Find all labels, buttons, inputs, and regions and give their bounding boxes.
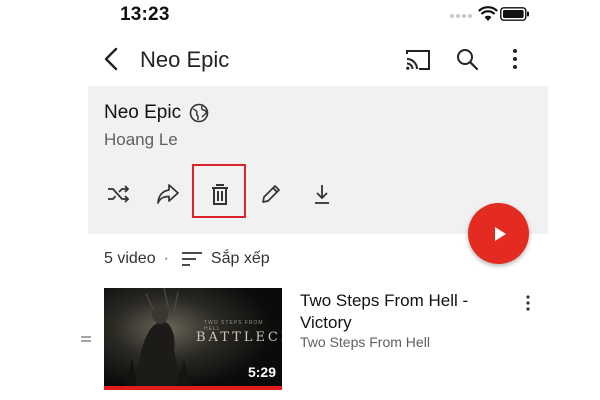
status-time: 13:23 <box>120 4 170 25</box>
watch-progress-bar <box>104 386 282 390</box>
video-thumbnail[interactable]: TWO STEPS FROM HELL BATTLECRY 5:29 <box>104 288 282 390</box>
download-button[interactable] <box>302 174 342 214</box>
share-icon <box>157 184 179 204</box>
play-all-button[interactable] <box>468 203 529 264</box>
playlist-title-row: Neo Epic <box>104 102 209 124</box>
delete-highlight-box <box>192 164 246 218</box>
sort-label: Sắp xếp <box>210 250 270 267</box>
sort-icon <box>181 252 202 266</box>
playlist-title: Neo Epic <box>104 102 182 123</box>
video-more-icon[interactable] <box>522 294 534 312</box>
wifi-icon <box>478 6 498 21</box>
video-channel[interactable]: Two Steps From Hell <box>300 334 430 350</box>
shuffle-icon <box>108 185 130 203</box>
more-icon[interactable] <box>508 48 522 70</box>
phone-screen: 13:23 Neo Epic Neo Epic Hoang Le 5 video… <box>81 0 548 400</box>
pencil-icon <box>262 185 280 203</box>
globe-icon <box>189 103 209 123</box>
video-title[interactable]: Two Steps From Hell - Victory <box>300 290 510 334</box>
meta-separator: · <box>163 250 169 267</box>
video-count: 5 video <box>104 250 156 267</box>
back-icon[interactable] <box>100 46 124 72</box>
list-meta: 5 video · Sắp xếp <box>104 250 270 268</box>
drag-handle-icon[interactable] <box>80 334 92 344</box>
video-duration: 5:29 <box>247 364 276 380</box>
play-icon <box>494 226 506 241</box>
cast-icon[interactable] <box>404 48 432 72</box>
battery-icon <box>500 7 529 21</box>
list-item[interactable]: TWO STEPS FROM HELL BATTLECRY 5:29 Two S… <box>81 284 548 392</box>
status-bar: 13:23 <box>88 0 548 32</box>
thumbnail-text: BATTLECRY <box>196 330 282 345</box>
search-icon[interactable] <box>455 47 479 71</box>
share-button[interactable] <box>148 174 188 214</box>
shuffle-button[interactable] <box>98 174 138 214</box>
signal-icon <box>450 14 474 18</box>
sort-button[interactable]: Sắp xếp <box>181 250 270 268</box>
app-bar: Neo Epic <box>88 32 548 86</box>
page-title: Neo Epic <box>140 47 230 72</box>
edit-button[interactable] <box>251 174 291 214</box>
download-icon <box>315 185 329 204</box>
playlist-owner[interactable]: Hoang Le <box>104 130 178 150</box>
